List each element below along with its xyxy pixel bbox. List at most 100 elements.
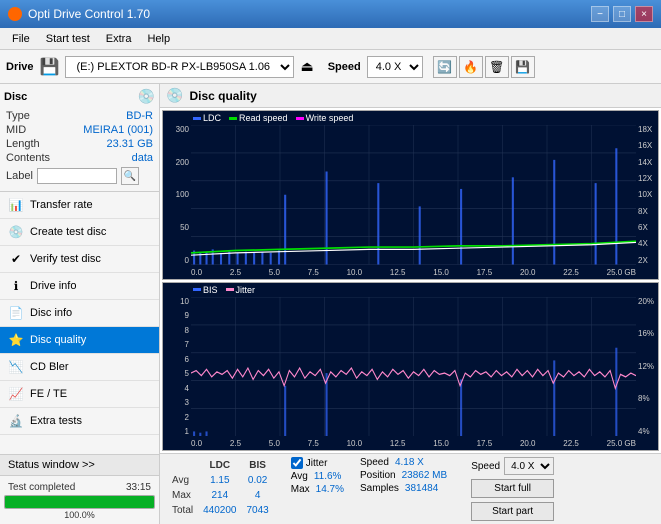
- progress-bar: [4, 495, 155, 509]
- fe-te-icon: 📈: [8, 386, 24, 402]
- chart-bis: 10987654321 20%16%12%8%4%: [162, 282, 659, 452]
- chart2-y-axis-left: 10987654321: [163, 297, 191, 437]
- chart1-legend: LDC Read speed Write speed: [193, 113, 353, 123]
- toolbar: Drive 💾 (E:) PLEXTOR BD-R PX-LB950SA 1.0…: [0, 50, 661, 84]
- nav-transfer-rate[interactable]: 📊 Transfer rate: [0, 192, 159, 219]
- eject-icon[interactable]: ⏏: [300, 58, 313, 75]
- disc-info-label: Disc info: [30, 307, 72, 319]
- speed-setting-select[interactable]: 4.0 X: [504, 457, 554, 475]
- chart1-y-axis-left: 300200100500: [163, 125, 191, 265]
- right-panel: 💿 Disc quality 300200100500 18X16X14X12X…: [160, 84, 661, 524]
- app-title: Opti Drive Control 1.70: [28, 7, 150, 21]
- chart2-inner: [191, 297, 636, 437]
- cd-bler-icon: 📉: [8, 359, 24, 375]
- status-area: Status window >> Test completed 33:15 10…: [0, 454, 159, 524]
- drive-select[interactable]: (E:) PLEXTOR BD-R PX-LB950SA 1.06: [65, 56, 294, 78]
- menu-bar: File Start test Extra Help: [0, 28, 661, 50]
- disc-panel: Disc 💿 Type BD-R MID MEIRA1 (001) Length…: [0, 84, 159, 192]
- minimize-button[interactable]: −: [591, 6, 609, 22]
- extra-tests-icon: 🔬: [8, 413, 24, 429]
- total-ldc: 440200: [199, 504, 240, 517]
- erase-button[interactable]: 🗑: [485, 56, 509, 78]
- nav-verify-test-disc[interactable]: ✔ Verify test disc: [0, 246, 159, 273]
- start-part-button[interactable]: Start part: [471, 502, 554, 521]
- type-label: Type: [6, 110, 30, 122]
- transfer-rate-icon: 📊: [8, 197, 24, 213]
- disc-quality-label: Disc quality: [30, 334, 86, 346]
- disc-quality-header: 💿 Disc quality: [160, 84, 661, 108]
- extra-tests-label: Extra tests: [30, 415, 82, 427]
- jitter-legend-label: Jitter: [236, 285, 256, 295]
- nav-cd-bler[interactable]: 📉 CD Bler: [0, 354, 159, 381]
- action-section: Speed 4.0 X Start full Start part: [471, 457, 554, 521]
- read-speed-legend-label: Read speed: [239, 113, 288, 123]
- transfer-rate-label: Transfer rate: [30, 199, 93, 211]
- nav-fe-te[interactable]: 📈 FE / TE: [0, 381, 159, 408]
- progress-percent: 100.0%: [64, 510, 95, 520]
- max-bis: 4: [243, 489, 273, 502]
- total-bis: 7043: [243, 504, 273, 517]
- label-search-button[interactable]: 🔍: [121, 167, 139, 185]
- position-stat-value: 23862 MB: [402, 470, 448, 481]
- create-test-disc-icon: 💿: [8, 224, 24, 240]
- cd-bler-label: CD Bler: [30, 361, 69, 373]
- samples-stat-value: 381484: [405, 483, 438, 494]
- chart2-legend: BIS Jitter: [193, 285, 255, 295]
- position-stat-label: Position: [360, 470, 396, 481]
- start-full-button[interactable]: Start full: [471, 479, 554, 498]
- nav-create-test-disc[interactable]: 💿 Create test disc: [0, 219, 159, 246]
- jitter-checkbox[interactable]: [291, 457, 303, 469]
- maximize-button[interactable]: □: [613, 6, 631, 22]
- nav-drive-info[interactable]: ℹ Drive info: [0, 273, 159, 300]
- status-time: 33:15: [126, 482, 151, 493]
- verify-test-disc-label: Verify test disc: [30, 253, 101, 265]
- chart2-svg: [191, 297, 636, 437]
- verify-test-disc-icon: ✔: [8, 251, 24, 267]
- label-input[interactable]: [37, 168, 117, 184]
- nav-disc-info[interactable]: 📄 Disc info: [0, 300, 159, 327]
- mid-value: MEIRA1 (001): [83, 124, 153, 136]
- chart2-x-axis: 0.02.55.07.510.012.515.017.520.022.525.0…: [191, 439, 636, 448]
- avg-row-label: Avg: [168, 474, 197, 487]
- chart1-x-axis: 0.02.55.07.510.012.515.017.520.022.525.0…: [191, 268, 636, 277]
- burn-button[interactable]: 🔥: [459, 56, 483, 78]
- speed-setting-label: Speed: [471, 461, 500, 472]
- save-button[interactable]: 💾: [511, 56, 535, 78]
- bis-column-header: BIS: [243, 459, 273, 472]
- refresh-button[interactable]: 🔄: [433, 56, 457, 78]
- label-label: Label: [6, 170, 33, 182]
- write-speed-legend-label: Write speed: [306, 113, 354, 123]
- menu-file[interactable]: File: [4, 31, 38, 47]
- speed-select[interactable]: 4.0 X: [367, 56, 423, 78]
- menu-extra[interactable]: Extra: [98, 31, 140, 47]
- close-button[interactable]: ×: [635, 6, 653, 22]
- sidebar: Disc 💿 Type BD-R MID MEIRA1 (001) Length…: [0, 84, 160, 524]
- nav-disc-quality[interactable]: ⭐ Disc quality: [0, 327, 159, 354]
- progress-fill: [5, 496, 154, 508]
- disc-panel-icon: 💿: [138, 88, 155, 105]
- jitter-stats: Jitter Avg 11.6% Max 14.7%: [291, 457, 344, 495]
- type-value: BD-R: [126, 110, 153, 122]
- status-window-button[interactable]: Status window >>: [0, 455, 159, 476]
- menu-help[interactable]: Help: [139, 31, 178, 47]
- chart1-svg: [191, 125, 636, 265]
- menu-start-test[interactable]: Start test: [38, 31, 98, 47]
- bis-legend-label: BIS: [203, 285, 218, 295]
- charts-area: 300200100500 18X16X14X12X10X8X6X4X2X: [160, 108, 661, 453]
- nav-extra-tests[interactable]: 🔬 Extra tests: [0, 408, 159, 435]
- jitter-avg-value: 11.6%: [314, 471, 342, 482]
- drive-info-label: Drive info: [30, 280, 76, 292]
- contents-value: data: [132, 152, 153, 164]
- chart-ldc: 300200100500 18X16X14X12X10X8X6X4X2X: [162, 110, 659, 280]
- ldc-legend-label: LDC: [203, 113, 221, 123]
- samples-stat-label: Samples: [360, 483, 399, 494]
- status-text: Test completed: [8, 482, 75, 493]
- length-label: Length: [6, 138, 40, 150]
- app-icon: [8, 7, 22, 21]
- fe-te-label: FE / TE: [30, 388, 67, 400]
- disc-quality-header-icon: 💿: [166, 87, 183, 104]
- disc-quality-title: Disc quality: [189, 89, 256, 103]
- drive-info-icon: ℹ: [8, 278, 24, 294]
- jitter-max-label: Max: [291, 484, 310, 495]
- disc-panel-title: Disc: [4, 91, 27, 103]
